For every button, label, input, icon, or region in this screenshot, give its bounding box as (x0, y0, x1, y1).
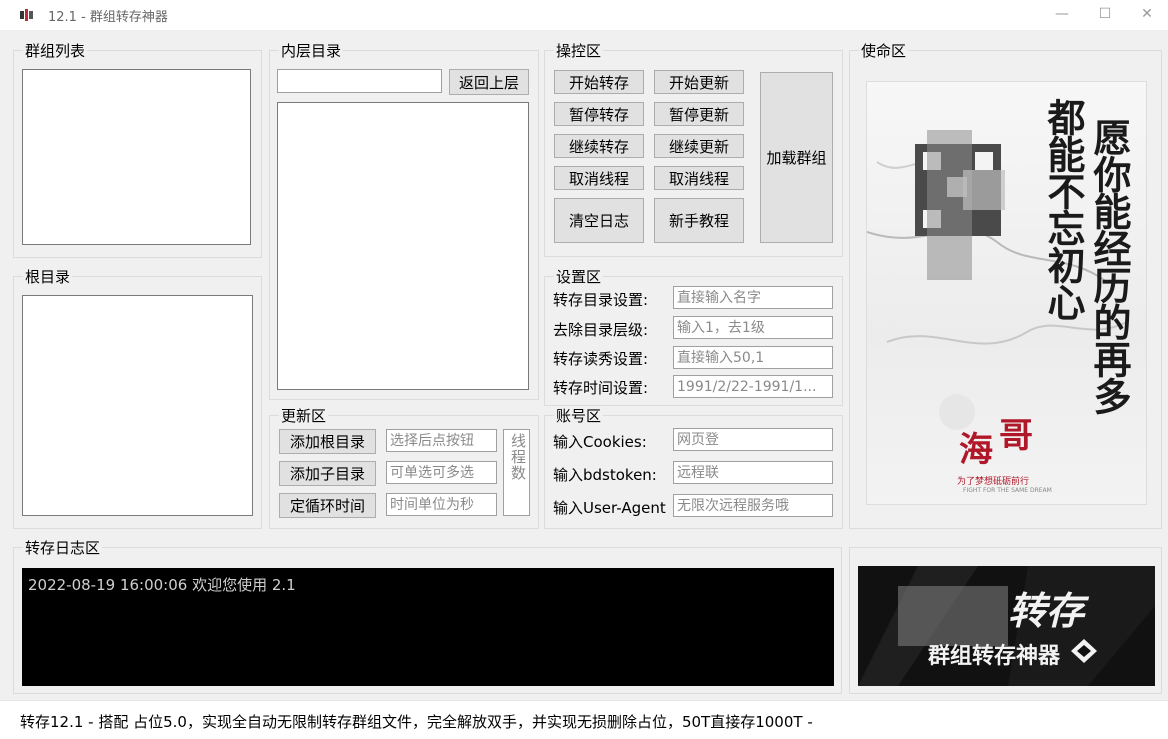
log-title: 转存日志区 (23, 539, 103, 557)
add-root-hint-input[interactable]: 选择后点按钮 (386, 429, 497, 452)
app-icon (20, 9, 33, 21)
clear-log-button[interactable]: 清空日志 (554, 198, 644, 243)
bdstoken-label: 输入bdstoken: (553, 466, 657, 484)
control-title: 操控区 (554, 42, 604, 60)
status-text: 转存12.1 - 搭配 占位5.0，实现全自动无限制转存群组文件，完全解放双手，… (20, 713, 813, 731)
start-update-button[interactable]: 开始更新 (654, 70, 744, 94)
window-title: 12.1 - 群组转存神器 (48, 10, 168, 25)
title-bar: 12.1 - 群组转存神器 — ☐ ✕ (0, 0, 1168, 30)
poster-brand-1: 海 (959, 430, 993, 470)
thread-count-input[interactable]: 线程数 (503, 429, 530, 516)
banner-subtitle: 群组转存神器 (928, 644, 1061, 669)
inner-dir-listbox[interactable] (277, 102, 529, 390)
account-title: 账号区 (554, 407, 604, 425)
promo-poster: 愿你能经历的再多 都能不忘初心 海 哥 为了梦想砥砺前行 FIGHT FOR T… (866, 81, 1147, 505)
inner-dir-path-input[interactable] (277, 69, 442, 93)
dir-setting-label: 转存目录设置: (553, 291, 649, 309)
loop-time-input[interactable]: 时间单位为秒 (386, 493, 497, 516)
promo-banner: 转存 群组转存神器 (858, 566, 1155, 686)
user-agent-input[interactable]: 无限次远程服务哦 (673, 494, 833, 517)
mission-title: 使命区 (859, 42, 909, 60)
poster-slogan: 为了梦想砥砺前行 (957, 477, 1030, 487)
strip-level-label: 去除目录层级: (553, 321, 649, 339)
user-agent-label: 输入User-Agent (553, 499, 666, 517)
poster-line-right: 愿你能经历的再多 (1087, 118, 1132, 414)
pause-transfer-button[interactable]: 暂停转存 (554, 102, 644, 126)
cookies-input[interactable]: 网页登 (673, 428, 833, 451)
poster-slogan-en: FIGHT FOR THE SAME DREAM (963, 487, 1052, 494)
group-listbox[interactable] (22, 69, 251, 245)
log-textbox[interactable]: 2022-08-19 16:00:06 欢迎您使用 2.1 (22, 568, 834, 686)
add-root-button[interactable]: 添加根目录 (279, 429, 376, 454)
cancel-transfer-thread-button[interactable]: 取消线程 (554, 166, 644, 190)
cancel-update-thread-button[interactable]: 取消线程 (654, 166, 744, 190)
poster-line-left: 都能不忘初心 (1041, 98, 1086, 320)
back-button[interactable]: 返回上层 (449, 69, 529, 95)
loop-time-button[interactable]: 定循环时间 (279, 493, 376, 518)
root-dir-title: 根目录 (23, 268, 73, 286)
pause-update-button[interactable]: 暂停更新 (654, 102, 744, 126)
settings-title: 设置区 (554, 268, 604, 286)
speed-setting-label: 转存读秀设置: (553, 350, 649, 368)
maximize-button[interactable]: ☐ (1095, 4, 1115, 24)
dir-setting-input[interactable]: 直接输入名字 (673, 286, 833, 309)
status-bar: 转存12.1 - 搭配 占位5.0，实现全自动无限制转存群组文件，完全解放双手，… (0, 700, 1168, 739)
load-group-button[interactable]: 加载群组 (760, 72, 833, 243)
group-list-title: 群组列表 (23, 42, 88, 60)
time-setting-label: 转存时间设置: (553, 379, 649, 397)
tutorial-button[interactable]: 新手教程 (654, 198, 744, 243)
resume-transfer-button[interactable]: 继续转存 (554, 134, 644, 158)
root-dir-listbox[interactable] (22, 295, 253, 516)
banner-title: 转存 (1008, 589, 1085, 633)
minimize-button[interactable]: — (1052, 4, 1072, 24)
bdstoken-input[interactable]: 远程联 (673, 461, 833, 484)
close-button[interactable]: ✕ (1137, 4, 1157, 24)
log-line: 2022-08-19 16:00:06 欢迎您使用 2.1 (28, 576, 296, 594)
speed-setting-input[interactable]: 直接输入50,1 (673, 346, 833, 369)
strip-level-input[interactable]: 输入1，去1级 (673, 316, 833, 339)
update-title: 更新区 (279, 407, 329, 425)
inner-dir-title: 内层目录 (279, 42, 344, 60)
start-transfer-button[interactable]: 开始转存 (554, 70, 644, 94)
add-sub-button[interactable]: 添加子目录 (279, 461, 376, 486)
time-setting-input[interactable]: 1991/2/22-1991/1... (673, 375, 833, 398)
resume-update-button[interactable]: 继续更新 (654, 134, 744, 158)
poster-brand-2: 哥 (999, 416, 1033, 456)
diamond-icon (1071, 639, 1097, 663)
cookies-label: 输入Cookies: (553, 433, 647, 451)
add-sub-hint-input[interactable]: 可单选可多选 (386, 461, 497, 484)
